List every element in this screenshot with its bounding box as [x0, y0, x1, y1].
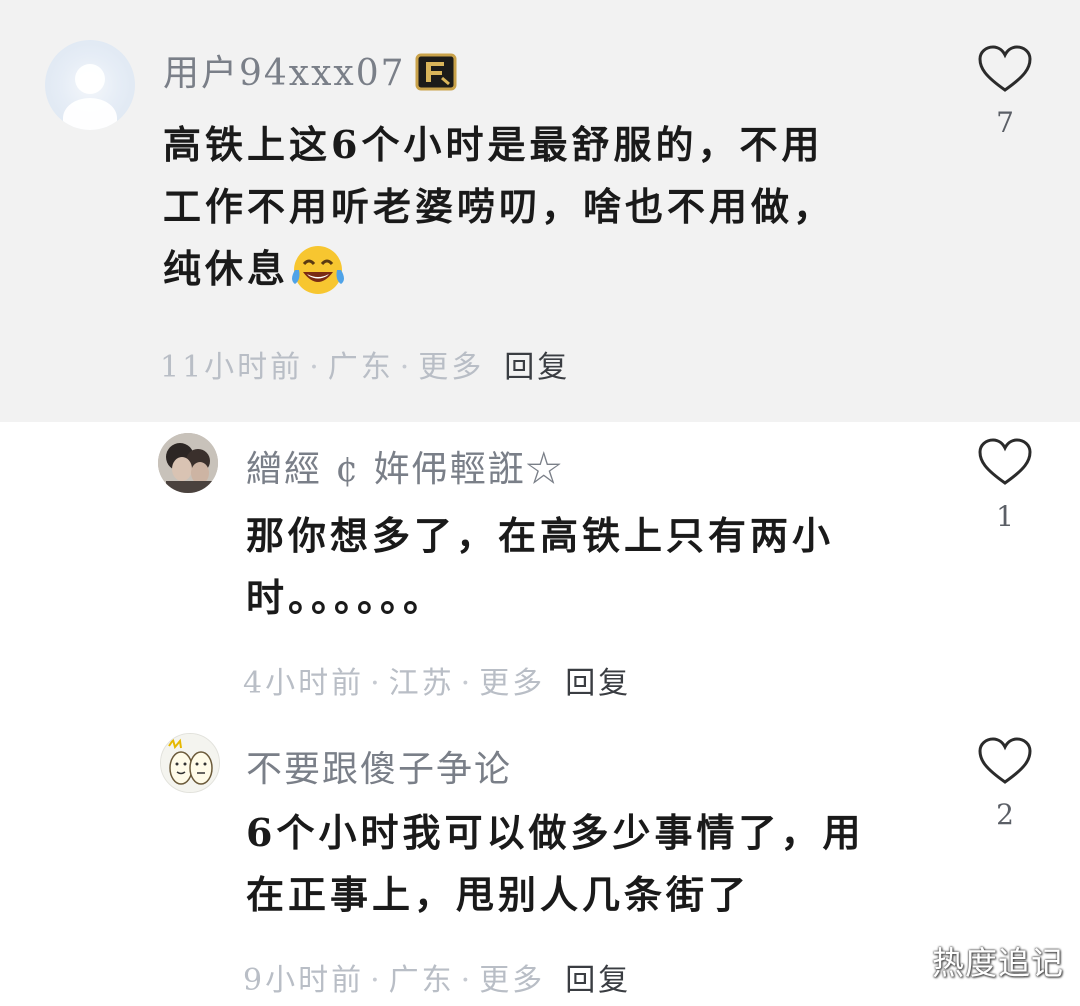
heart-icon[interactable] [977, 44, 1033, 94]
main-comment: 用户94xxx07 高铁上这6个小时是最舒服的，不用 工作不用听老婆唠叨，啥也不… [0, 0, 1080, 422]
heart-icon[interactable] [977, 736, 1033, 786]
avatar[interactable] [160, 733, 220, 793]
comment-text: 那你想多了，在高铁上只有两小 时。。。。。。 [246, 505, 834, 629]
username[interactable]: 用户94xxx07 [163, 44, 458, 96]
location: 江苏 [388, 666, 455, 701]
username-text[interactable]: 用户94xxx07 [163, 53, 406, 94]
reply-button[interactable]: 回复 [504, 350, 570, 385]
comment-line: 纯休息 [163, 246, 290, 291]
comment-meta: 11小时前 · 广东 · 更多 回复 [160, 350, 571, 385]
comment-line: 那你想多了，在高铁上只有两小 [246, 513, 835, 558]
timestamp: 9小时前 [243, 963, 365, 998]
reply-button[interactable]: 回复 [565, 963, 631, 998]
comment-line: 高铁上这6个小时是最舒服的，不用 [163, 122, 824, 167]
comment-text: 高铁上这6个小时是最舒服的，不用 工作不用听老婆唠叨，啥也不用做， 纯休息 [163, 114, 835, 302]
heart-icon[interactable] [977, 437, 1033, 487]
comment-meta: 9小时前 · 广东 · 更多 回复 [243, 963, 632, 998]
comment-line: 6个小时我可以做多少事情了，用 [246, 810, 865, 855]
timestamp: 11小时前 [160, 350, 304, 385]
timestamp: 4小时前 [243, 666, 365, 701]
like-count: 1 [996, 500, 1014, 533]
location: 广东 [327, 350, 394, 385]
scroll-badge-icon [415, 53, 457, 91]
comment-meta: 4小时前 · 江苏 · 更多 回复 [243, 666, 632, 701]
location: 广东 [388, 963, 455, 998]
comment-line: 工作不用听老婆唠叨，啥也不用做， [163, 184, 836, 229]
like-count: 7 [996, 106, 1014, 139]
watermark: 热度追记 [931, 944, 1064, 982]
more-button[interactable]: 更多 [479, 666, 545, 701]
username[interactable]: 不要跟傻子争论 [246, 740, 512, 792]
comment-line: 在正事上，甩别人几条街了 [246, 872, 751, 917]
tears-of-joy-emoji [292, 245, 345, 294]
username[interactable]: 繒經 ¢ 姩伄輕誑☆ [246, 440, 564, 492]
more-button[interactable]: 更多 [479, 963, 545, 998]
avatar[interactable] [45, 40, 135, 130]
comment-line: 时。。。。。。 [246, 575, 446, 620]
like-count: 2 [996, 798, 1014, 831]
reply-button[interactable]: 回复 [565, 666, 631, 701]
avatar[interactable] [158, 433, 218, 493]
more-button[interactable]: 更多 [418, 350, 484, 385]
comment-text: 6个小时我可以做多少事情了，用 在正事上，甩别人几条街了 [246, 802, 864, 926]
